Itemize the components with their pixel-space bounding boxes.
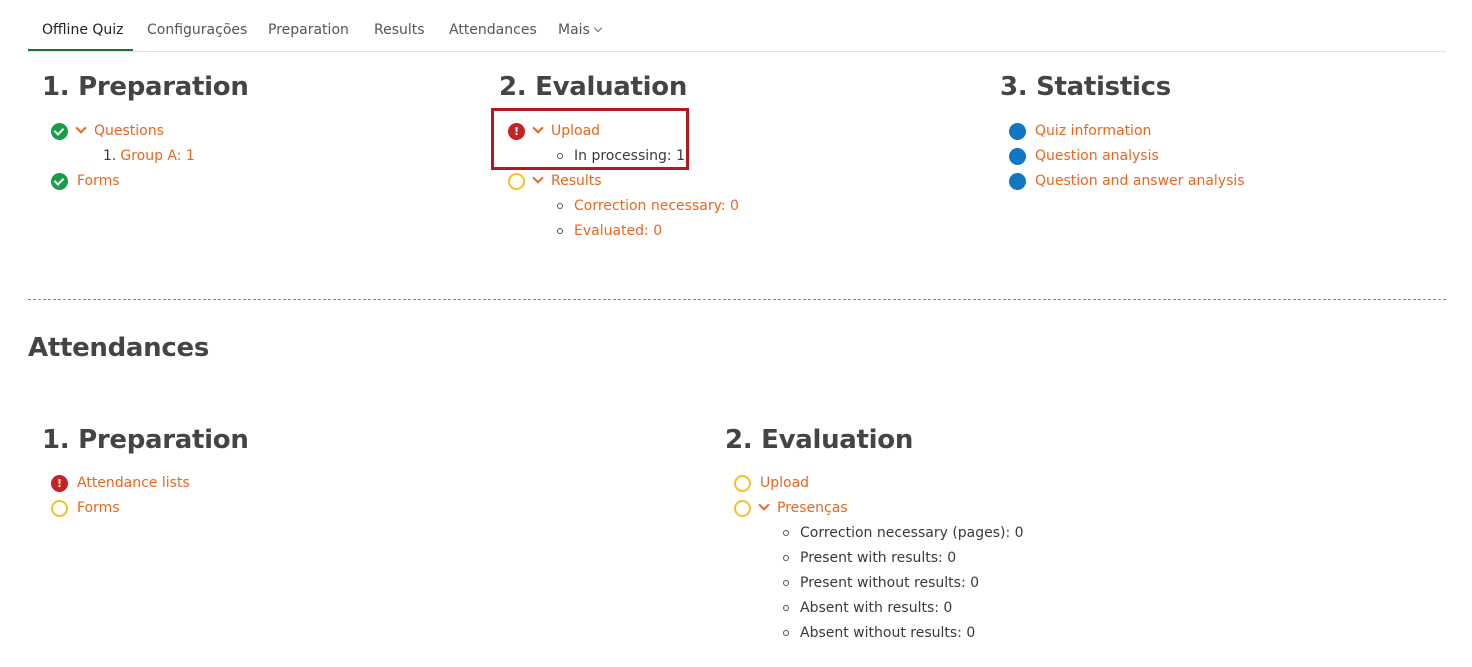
upload-link[interactable]: Upload (551, 123, 600, 139)
tab-more-label: Mais (558, 22, 590, 38)
list-item-text: Absent with results: 0 (800, 600, 953, 616)
results-link[interactable]: Results (551, 173, 602, 189)
correction-necessary-link[interactable]: Correction necessary: 0 (574, 198, 739, 214)
questions-link[interactable]: Questions (94, 123, 164, 139)
list-bullet (783, 630, 789, 636)
evaluated-row: Evaluated: 0 (557, 220, 662, 242)
question-analysis-row: Question analysis (1009, 145, 1159, 167)
quiz-forms-row: Forms (51, 170, 120, 192)
error-circle-icon (508, 122, 525, 140)
pending-circle-icon (734, 499, 751, 517)
list-bullet (557, 153, 563, 159)
info-circle-icon (1009, 122, 1026, 140)
list-item: Present without results: 0 (783, 572, 979, 594)
quiz-information-row: Quiz information (1009, 120, 1151, 142)
quiz-preparation-heading: 1. Preparation (42, 72, 249, 102)
tab-more[interactable]: Mais (558, 22, 603, 38)
in-processing-row: In processing: 1 (557, 145, 685, 167)
list-bullet (557, 203, 563, 209)
list-item: Present with results: 0 (783, 547, 956, 569)
group-number: 1. (103, 148, 117, 164)
in-processing-text: In processing: 1 (574, 148, 685, 164)
info-circle-icon (1009, 147, 1026, 165)
attendance-forms-row: Forms (51, 497, 120, 519)
attendance-evaluation-heading: 2. Evaluation (725, 425, 914, 455)
chevron-down-icon[interactable] (532, 172, 544, 184)
list-bullet (783, 580, 789, 586)
list-item-text: Absent without results: 0 (800, 625, 976, 641)
question-answer-analysis-row: Question and answer analysis (1009, 170, 1245, 192)
list-bullet (783, 555, 789, 561)
attendance-preparation-heading: 1. Preparation (42, 425, 249, 455)
upload-row: Upload (508, 120, 600, 142)
group-row: 1. Group A: 1 (103, 145, 195, 167)
question-answer-analysis-link[interactable]: Question and answer analysis (1035, 173, 1245, 189)
tab-offline-quiz[interactable]: Offline Quiz (42, 22, 124, 38)
chevron-down-icon[interactable] (758, 499, 770, 511)
evaluated-link[interactable]: Evaluated: 0 (574, 223, 662, 239)
quiz-statistics-heading: 3. Statistics (1000, 72, 1171, 102)
list-item-text: Correction necessary (pages): 0 (800, 525, 1024, 541)
correction-necessary-row: Correction necessary: 0 (557, 195, 739, 217)
attendance-upload-row: Upload (734, 472, 809, 494)
list-bullet (557, 228, 563, 234)
group-a-link[interactable]: Group A: 1 (120, 148, 194, 164)
tab-results[interactable]: Results (374, 22, 425, 38)
check-circle-icon (51, 172, 68, 190)
chevron-down-icon[interactable] (532, 122, 544, 134)
error-circle-icon (51, 474, 68, 492)
attendance-upload-link[interactable]: Upload (760, 475, 809, 491)
info-circle-icon (1009, 172, 1026, 190)
attendances-heading: Attendances (28, 333, 210, 363)
check-circle-icon (51, 122, 68, 140)
quiz-questions-row: Questions (51, 120, 164, 142)
tab-bar: Offline Quiz Configurações Preparation R… (28, 0, 1446, 52)
tab-attendances[interactable]: Attendances (449, 22, 537, 38)
list-item-text: Present without results: 0 (800, 575, 980, 591)
active-tab-indicator (28, 49, 133, 51)
quiz-evaluation-heading: 2. Evaluation (499, 72, 688, 102)
list-item-text: Present with results: 0 (800, 550, 957, 566)
list-item: Absent with results: 0 (783, 597, 952, 619)
presencas-row: Presenças (734, 497, 848, 519)
list-bullet (783, 530, 789, 536)
list-bullet (783, 605, 789, 611)
list-item: Absent without results: 0 (783, 622, 975, 644)
presencas-link[interactable]: Presenças (777, 500, 848, 516)
tab-configuracoes[interactable]: Configurações (147, 22, 247, 38)
attendance-lists-link[interactable]: Attendance lists (77, 475, 190, 491)
attendance-forms-link[interactable]: Forms (77, 500, 120, 516)
list-item: Correction necessary (pages): 0 (783, 522, 1024, 544)
pending-circle-icon (508, 172, 525, 190)
tab-preparation[interactable]: Preparation (268, 22, 349, 38)
quiz-information-link[interactable]: Quiz information (1035, 123, 1151, 139)
attendance-lists-row: Attendance lists (51, 472, 190, 494)
results-row: Results (508, 170, 602, 192)
pending-circle-icon (51, 499, 68, 517)
forms-link[interactable]: Forms (77, 173, 120, 189)
chevron-down-icon[interactable] (75, 122, 87, 134)
question-analysis-link[interactable]: Question analysis (1035, 148, 1159, 164)
chevron-down-icon (593, 23, 603, 33)
pending-circle-icon (734, 474, 751, 492)
section-divider (28, 299, 1446, 300)
